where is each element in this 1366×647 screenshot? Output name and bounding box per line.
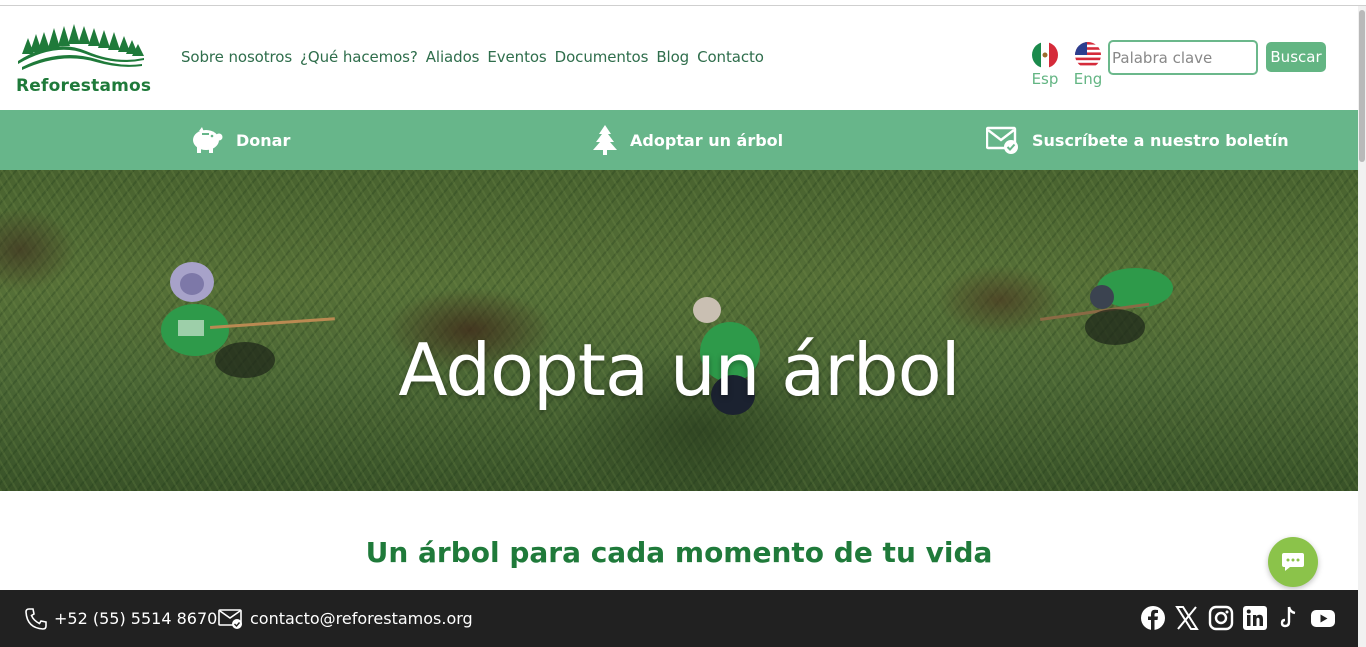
social-links xyxy=(1140,605,1336,631)
page-scrollbar[interactable] xyxy=(1358,6,1366,647)
nav-eventos[interactable]: Eventos xyxy=(487,48,546,66)
chat-button[interactable] xyxy=(1268,537,1318,587)
x-icon[interactable] xyxy=(1174,605,1200,631)
usa-flag-icon xyxy=(1075,42,1101,68)
search-input[interactable] xyxy=(1108,40,1258,75)
action-bar: Donar Adoptar un árbol Suscríbete a nues… xyxy=(0,110,1358,170)
lang-es-link[interactable]: Esp xyxy=(1025,42,1065,88)
main-nav: Sobre nosotros ¿Qué hacemos? Aliados Eve… xyxy=(181,48,764,66)
phone-icon xyxy=(25,607,47,630)
mail-icon xyxy=(218,608,242,629)
hero-title: Adopta un árbol xyxy=(398,328,960,412)
logo-text: Reforestamos xyxy=(16,76,152,96)
nav-sobre-nosotros[interactable]: Sobre nosotros xyxy=(181,48,292,66)
piggy-bank-icon xyxy=(193,127,223,153)
lang-en-label: Eng xyxy=(1073,70,1103,88)
nav-documentos[interactable]: Documentos xyxy=(555,48,649,66)
tiktok-icon[interactable] xyxy=(1276,605,1302,631)
chat-bubble-icon xyxy=(1282,553,1304,571)
lang-es-label: Esp xyxy=(1031,70,1059,88)
section-title: Un árbol para cada momento de tu vida xyxy=(365,536,993,569)
logo[interactable]: Reforestamos xyxy=(16,24,151,96)
newsletter-button[interactable]: Suscríbete a nuestro boletín xyxy=(986,110,1289,170)
lang-en-link[interactable]: Eng xyxy=(1068,42,1108,88)
newsletter-label: Suscríbete a nuestro boletín xyxy=(1032,130,1289,150)
search-button[interactable]: Buscar xyxy=(1266,42,1326,72)
linkedin-icon[interactable] xyxy=(1242,605,1268,631)
email-link[interactable]: contacto@reforestamos.org xyxy=(218,590,473,647)
site-header: Reforestamos Sobre nosotros ¿Qué hacemos… xyxy=(0,6,1358,110)
nav-aliados[interactable]: Aliados xyxy=(426,48,480,66)
mail-check-icon xyxy=(986,126,1018,154)
mexico-flag-icon xyxy=(1032,42,1058,68)
contact-bar: +52 (55) 5514 8670 contacto@reforestamos… xyxy=(0,590,1358,647)
youtube-icon[interactable] xyxy=(1310,605,1336,631)
tree-icon xyxy=(593,125,617,155)
scrollbar-thumb[interactable] xyxy=(1359,10,1365,162)
email-text: contacto@reforestamos.org xyxy=(250,609,473,628)
nav-blog[interactable]: Blog xyxy=(656,48,689,66)
facebook-icon[interactable] xyxy=(1140,605,1166,631)
page: Reforestamos Sobre nosotros ¿Qué hacemos… xyxy=(0,0,1366,647)
adopt-tree-label: Adoptar un árbol xyxy=(630,130,784,150)
donate-button[interactable]: Donar xyxy=(190,110,290,170)
nav-contacto[interactable]: Contacto xyxy=(697,48,764,66)
logo-trees-icon xyxy=(18,24,144,70)
adopt-tree-button[interactable]: Adoptar un árbol xyxy=(592,110,783,170)
nav-que-hacemos[interactable]: ¿Qué hacemos? xyxy=(300,48,418,66)
phone-link[interactable]: +52 (55) 5514 8670 xyxy=(24,590,217,647)
phone-text: +52 (55) 5514 8670 xyxy=(54,609,218,628)
hero-banner: Adopta un árbol xyxy=(0,170,1358,491)
instagram-icon[interactable] xyxy=(1208,605,1234,631)
donate-label: Donar xyxy=(236,130,291,150)
